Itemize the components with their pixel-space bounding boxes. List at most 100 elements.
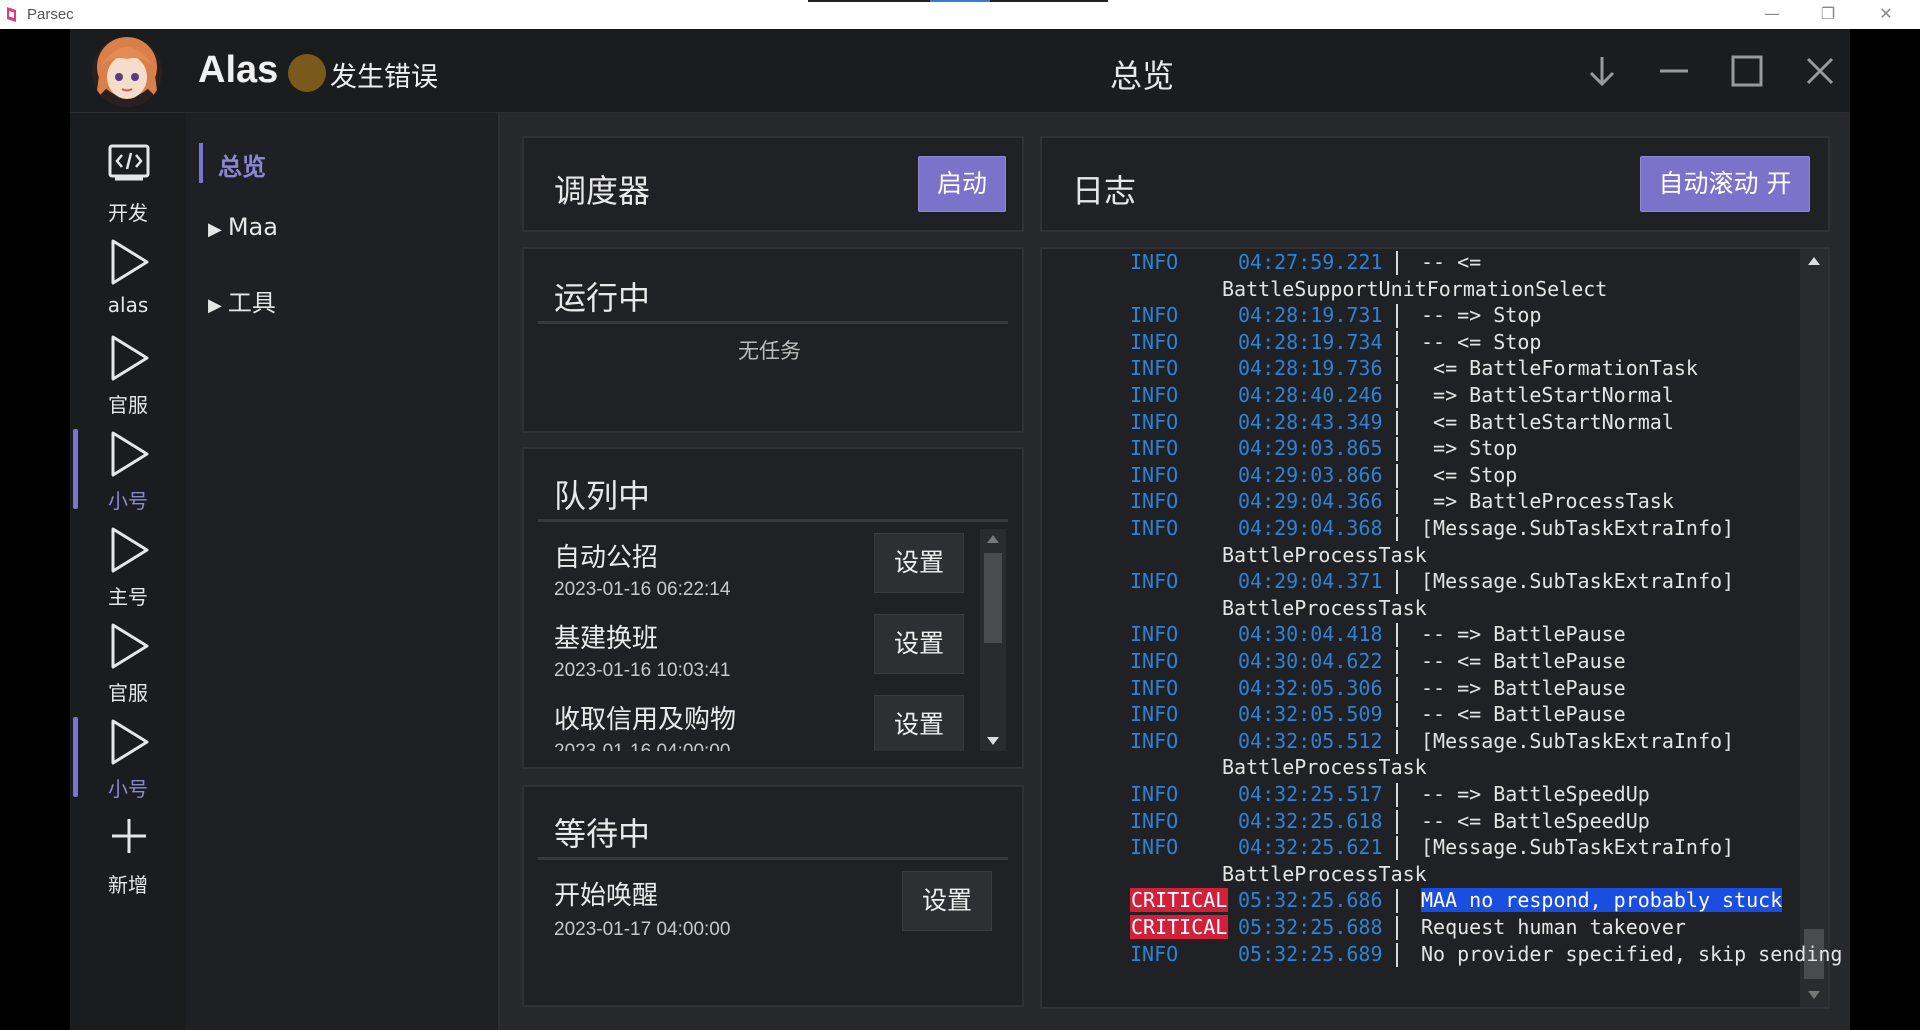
log-level: INFO [1130, 808, 1179, 833]
log-time: 04:29:03.865 [1238, 436, 1383, 461]
log-separator [1396, 650, 1398, 674]
log-time: 04:28:19.731 [1238, 303, 1383, 328]
divider [538, 321, 1008, 324]
log-line: INFO 04:29:04.366 => BattleProcessTask [1112, 489, 1852, 515]
queue-list: 自动公招 2023-01-16 06:22:14 设置 基建换班 2023-01… [524, 529, 984, 751]
log-line: INFO 04:32:05.306 -- => BattlePause [1112, 676, 1852, 702]
rail-item-official[interactable]: 官服 [70, 333, 186, 429]
log-message: => Stop [1421, 436, 1518, 461]
auto-scroll-button[interactable]: 自动滚动 开 [1640, 156, 1810, 212]
sub-navigation: 总览 ▶ Maa ▶ 工具 [186, 113, 500, 1030]
subnav-item-maa[interactable]: ▶ Maa [208, 213, 278, 241]
task-time: 2023-01-17 04:00:00 [554, 919, 731, 940]
expand-triangle-icon: ▶ [208, 295, 222, 316]
log-time: 04:27:59.221 [1238, 250, 1383, 274]
subnav-label: 工具 [227, 289, 276, 317]
log-line: INFO 04:28:19.731 -- => Stop [1112, 303, 1852, 329]
log-header-card: 日志 自动滚动 开 [1040, 136, 1830, 232]
rail-item-alt-2[interactable]: 小号 [70, 717, 186, 813]
log-level: INFO [1130, 569, 1179, 594]
log-time: 04:28:40.246 [1238, 383, 1383, 407]
log-message: -- <= BattlePause [1421, 702, 1626, 727]
rail-item-dev[interactable]: 开发 [70, 141, 186, 237]
task-settings-button[interactable]: 设置 [874, 614, 964, 674]
rail-item-main[interactable]: 主号 [70, 525, 186, 621]
log-line: INFO 04:28:40.246 => BattleStartNormal [1112, 383, 1852, 409]
log-level: INFO [1130, 702, 1179, 727]
task-settings-button[interactable]: 设置 [874, 695, 964, 751]
alas-window: Alas 发生错误 总览 开发 alas 官服 小号 主号 官服 小号 新增 总… [70, 29, 1850, 1030]
task-time: 2023-01-16 04:00:00 [554, 741, 730, 751]
log-message: => BattleProcessTask [1421, 489, 1674, 514]
subnav-item-tools[interactable]: ▶ 工具 [208, 283, 276, 318]
download-arrow-icon[interactable] [1578, 47, 1626, 95]
rail-item-official-2[interactable]: 官服 [70, 621, 186, 717]
log-separator [1396, 783, 1398, 807]
start-button[interactable]: 启动 [918, 156, 1006, 212]
log-line: BattleProcessTask [1112, 543, 1852, 569]
log-separator [1396, 304, 1398, 329]
plus-icon [112, 819, 146, 853]
log-line: BattleProcessTask [1112, 862, 1852, 888]
close-icon[interactable] [1796, 47, 1844, 95]
instance-rail: 开发 alas 官服 小号 主号 官服 小号 新增 [70, 113, 186, 1030]
subnav-item-overview[interactable]: 总览 [218, 147, 266, 182]
log-separator [1396, 330, 1398, 355]
log-title: 日志 [1072, 172, 1137, 210]
log-message: -- => BattlePause [1421, 675, 1626, 700]
scroll-up-icon[interactable] [987, 535, 999, 543]
rail-item-alt[interactable]: 小号 [70, 429, 186, 525]
log-message: -- => BattlePause [1421, 622, 1626, 647]
log-level: INFO [1130, 675, 1179, 700]
minimize-icon[interactable] [1650, 47, 1698, 95]
rail-item-add[interactable]: 新增 [70, 813, 186, 909]
scheduler-card: 调度器 启动 [522, 136, 1024, 232]
task-settings-button[interactable]: 设置 [874, 533, 964, 593]
log-message: [Message.SubTaskExtraInfo] [1421, 516, 1735, 540]
log-time: 04:32:25.621 [1238, 835, 1383, 860]
maximize-icon[interactable] [1723, 47, 1771, 95]
log-time: 04:28:19.736 [1238, 356, 1383, 381]
log-level: CRITICAL [1130, 888, 1229, 913]
rail-label: 官服 [108, 393, 148, 417]
queue-scrollbar[interactable] [980, 529, 1006, 751]
expand-triangle-icon: ▶ [208, 219, 222, 240]
rail-label: 主号 [108, 585, 148, 609]
log-line: INFO 04:29:03.865 => Stop [1112, 436, 1852, 462]
log-message: [Message.SubTaskExtraInfo] [1421, 569, 1735, 594]
log-message: -- <= BattleSpeedUp [1421, 808, 1650, 833]
log-message: -- <= BattlePause [1421, 649, 1626, 673]
log-time: 04:28:43.349 [1238, 409, 1383, 434]
log-message: -- <= Stop [1421, 329, 1542, 354]
task-settings-button[interactable]: 设置 [902, 871, 992, 931]
parsec-title: Parsec [27, 6, 74, 23]
rail-label: 小号 [108, 777, 148, 801]
log-line: BattleProcessTask [1112, 596, 1852, 622]
rail-item-alas[interactable]: alas [70, 237, 186, 333]
task-name: 开始唤醒 [554, 881, 659, 911]
status-indicator-icon [288, 54, 326, 92]
log-separator [1396, 490, 1398, 515]
log-level: INFO [1130, 649, 1179, 673]
log-separator [1396, 570, 1398, 595]
log-line: INFO 04:29:04.371 [Message.SubTaskExtraInf… [1112, 569, 1852, 595]
parsec-minimize-icon[interactable]: — [1762, 4, 1782, 24]
log-time: 04:32:25.618 [1238, 808, 1383, 833]
task-name: 自动公招 [554, 543, 659, 573]
log-output[interactable]: INFO 04:27:59.221 -- <= BattleSupportUnitFo… [1112, 248, 1852, 998]
parsec-close-icon[interactable]: ✕ [1876, 4, 1896, 24]
subnav-label: 总览 [218, 153, 266, 181]
log-separator [1396, 437, 1398, 462]
log-message: Request human takeover [1421, 915, 1686, 939]
scroll-down-icon[interactable] [987, 737, 999, 745]
parsec-restore-icon[interactable]: ❐ [1818, 4, 1838, 24]
log-message: <= BattleStartNormal [1421, 409, 1674, 434]
log-separator [1396, 410, 1398, 435]
play-icon [111, 719, 149, 765]
scrollbar-thumb[interactable] [984, 553, 1002, 643]
log-line: CRITICAL 05:32:25.686 MAA no respond, prob… [1112, 888, 1852, 914]
log-level: INFO [1130, 383, 1179, 407]
log-line: INFO 04:30:04.622 -- <= BattlePause [1112, 649, 1852, 675]
log-level: INFO [1130, 356, 1179, 381]
log-separator [1396, 809, 1398, 834]
